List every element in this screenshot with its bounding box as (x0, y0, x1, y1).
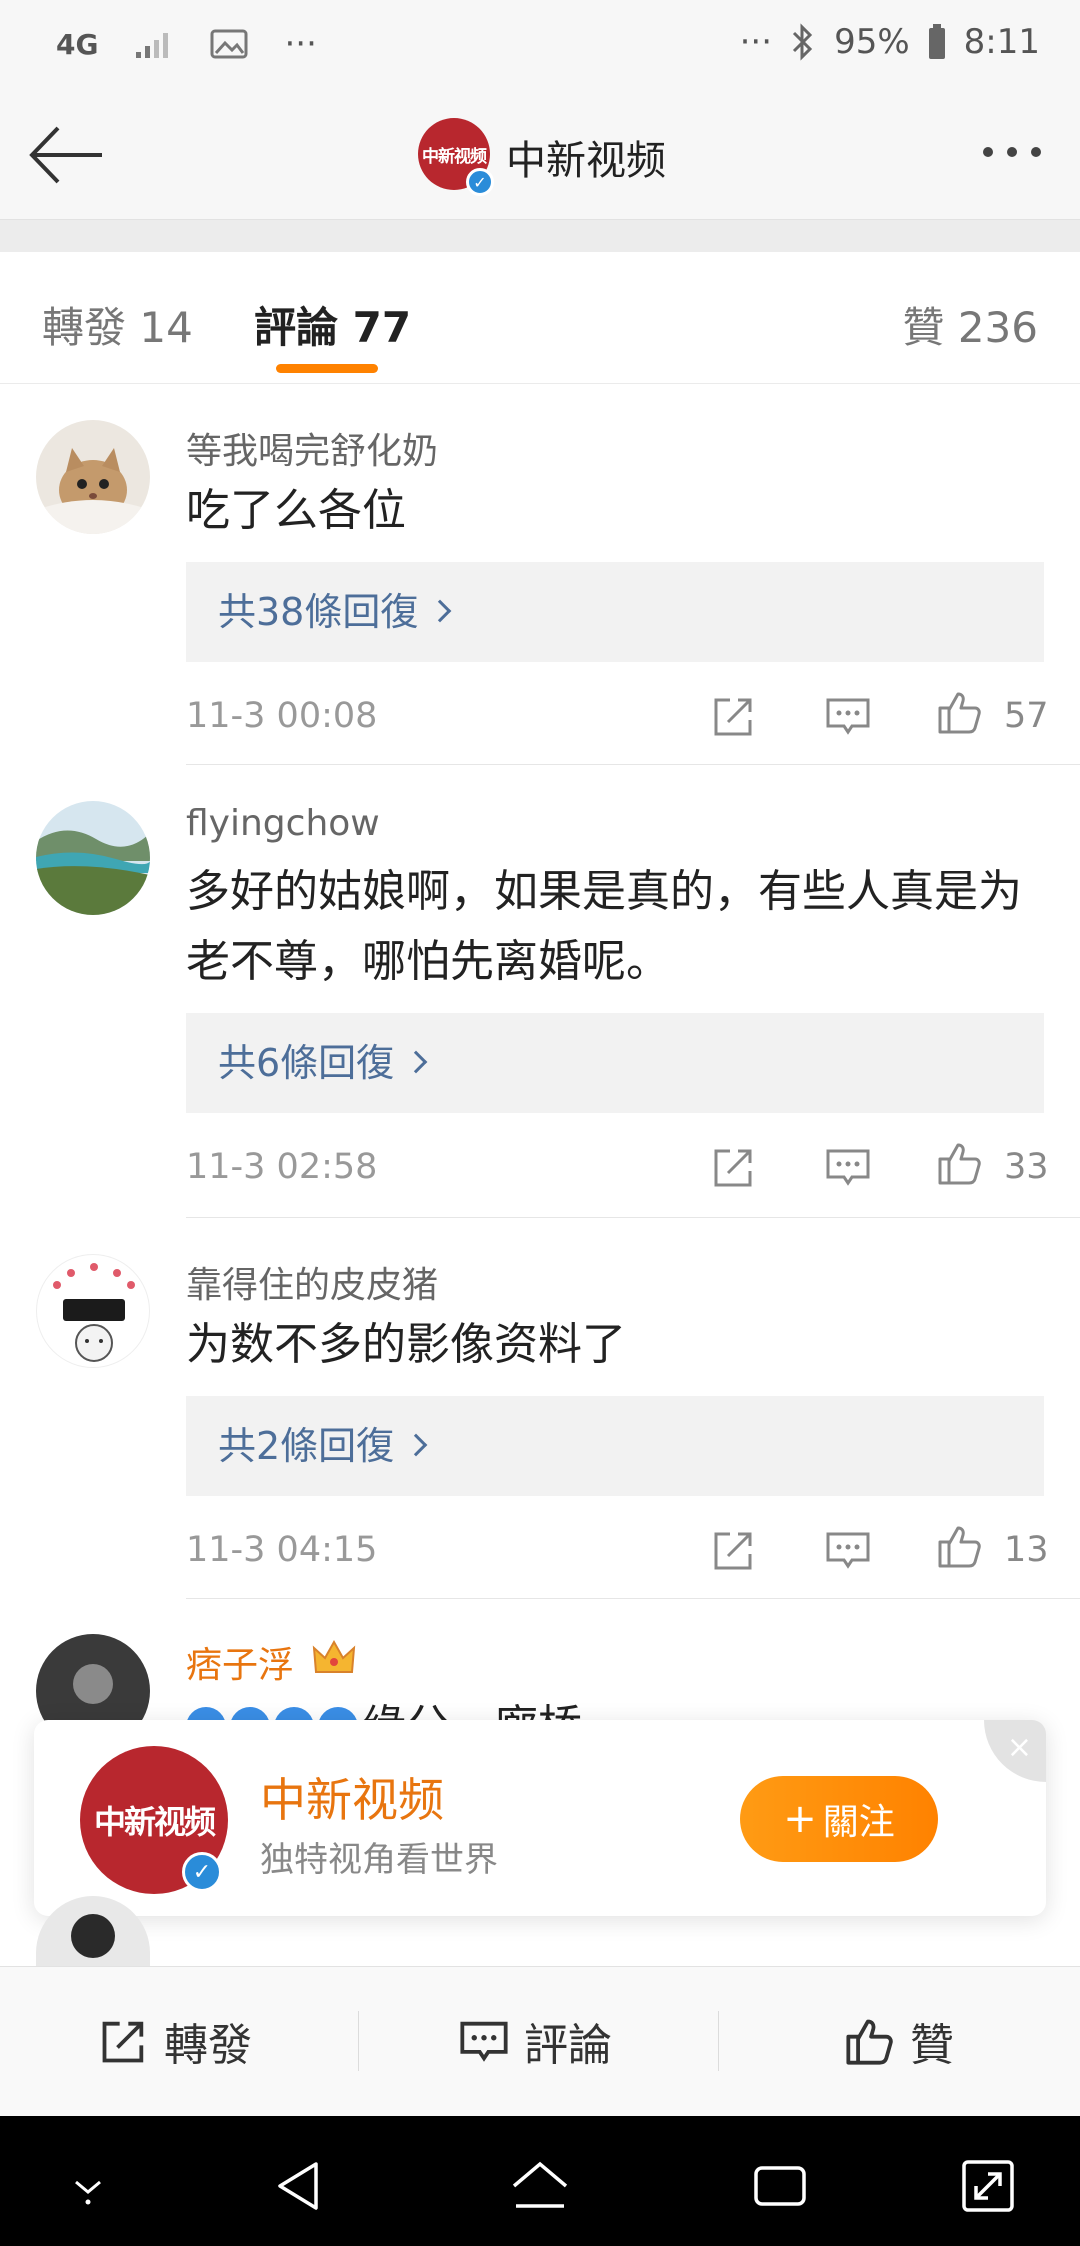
like-button[interactable]: 贊 (844, 2011, 954, 2071)
back-button[interactable] (26, 120, 106, 190)
bluetooth-icon (793, 23, 813, 61)
comment-timestamp: 11-3 02:58 (186, 1147, 378, 1187)
comment-icon[interactable] (824, 1526, 872, 1574)
comment-username[interactable]: 靠得住的皮皮猪 (186, 1256, 438, 1308)
verified-badge-icon: ✓ (466, 168, 494, 196)
network-indicator: 4G (56, 27, 99, 61)
back-arrow-icon (29, 126, 102, 184)
plus-icon: + (783, 1796, 817, 1842)
dot-icon (1007, 147, 1017, 157)
repost-icon[interactable] (710, 692, 758, 740)
repost-button[interactable]: 轉發 (98, 2011, 252, 2071)
divider (718, 2011, 719, 2071)
cat-avatar-image (36, 420, 150, 534)
replies-count-label: 共2條回復 (218, 1424, 395, 1468)
comment-username[interactable]: flyingchow (186, 803, 380, 844)
battery-icon (928, 24, 945, 59)
battery-percent: 95% (834, 22, 910, 62)
close-icon: × (1006, 1730, 1032, 1765)
comment-username[interactable]: 痞子浮 (186, 1636, 294, 1688)
home-nav-icon[interactable] (510, 2156, 570, 2216)
comment-icon[interactable] (824, 1143, 872, 1191)
comment-button[interactable]: 評論 (458, 2011, 612, 2071)
clock: 8:11 (963, 22, 1040, 62)
more-notifications-indicator: ··· (284, 24, 317, 64)
account-name[interactable]: 中新视频 (260, 1764, 444, 1830)
avatar[interactable] (36, 420, 150, 534)
system-navigation-bar (0, 2116, 1080, 2246)
comment-text: 吃了么各位 (186, 485, 406, 536)
chevron-right-icon (404, 1050, 428, 1074)
tab-likes[interactable]: 贊 236 (902, 294, 1038, 355)
hide-keyboard-icon[interactable] (58, 2156, 118, 2216)
active-tab-indicator (276, 364, 378, 373)
signal-icon (136, 33, 169, 58)
avatar[interactable] (36, 801, 150, 915)
comment-text: 为数不多的影像资料了 (186, 1319, 626, 1370)
follow-button[interactable]: + 關注 (740, 1776, 938, 1862)
divider (186, 764, 1080, 765)
comment-label: 評論 (524, 2020, 612, 2071)
page-title[interactable]: 中新视频 (506, 128, 666, 186)
view-replies-button[interactable]: 共38條回復 (186, 562, 1044, 662)
recents-nav-icon[interactable] (750, 2156, 810, 2216)
dot-icon (983, 147, 993, 157)
comment-icon (460, 2021, 508, 2062)
account-slogan: 独特视角看世界 (260, 1840, 498, 1880)
comment-timestamp: 11-3 00:08 (186, 696, 378, 736)
bottom-action-bar: 轉發 評論 贊 (0, 1966, 1080, 2116)
landscape-avatar-image (36, 801, 150, 915)
crown-icon (312, 1639, 356, 1673)
like-label: 贊 (910, 2020, 954, 2071)
section-separator (0, 220, 1080, 252)
repost-icon[interactable] (710, 1526, 758, 1574)
follow-suggestion-card: 中新视频 ✓ 中新视频 独特视角看世界 + 關注 × (34, 1720, 1046, 1916)
repost-icon (102, 2021, 144, 2063)
like-icon (846, 2019, 893, 2065)
like-count: 33 (1004, 1147, 1049, 1187)
like-icon[interactable] (936, 1522, 984, 1570)
back-nav-icon[interactable] (270, 2156, 330, 2216)
top-nav: 中新视频 ✓ 中新视频 (0, 92, 1080, 220)
replies-count-label: 共38條回復 (218, 590, 419, 634)
chevron-right-icon (429, 599, 452, 623)
dot-icon (1031, 147, 1041, 157)
close-card-button[interactable]: × (984, 1720, 1046, 1782)
like-icon[interactable] (936, 1139, 984, 1187)
repost-label: 轉發 (164, 2020, 252, 2071)
more-status-indicator: ··· (739, 22, 773, 62)
divider (186, 1598, 1080, 1599)
follow-label: 關注 (822, 1802, 895, 1843)
comment-text: 多好的姑娘啊，如果是真的，有些人真是为老不尊，哪怕先离婚呢。 (186, 866, 1022, 987)
comment-timestamp: 11-3 04:15 (186, 1530, 378, 1570)
verified-badge-icon: ✓ (182, 1852, 222, 1892)
tab-comments[interactable]: 評論 77 (254, 294, 411, 355)
like-count: 13 (1004, 1530, 1049, 1570)
divider (186, 1217, 1080, 1218)
avatar[interactable] (36, 1254, 150, 1368)
comment-username[interactable]: 等我喝完舒化奶 (186, 422, 438, 474)
view-replies-button[interactable]: 共2條回復 (186, 1396, 1044, 1496)
tab-repost[interactable]: 轉發 14 (42, 294, 193, 355)
comment-icon[interactable] (824, 692, 872, 740)
like-icon[interactable] (936, 688, 984, 736)
rotate-screen-icon[interactable] (958, 2156, 1018, 2216)
tab-bar: 轉發 14 評論 77 贊 236 (0, 252, 1080, 384)
more-options-button[interactable] (972, 132, 1052, 172)
repost-icon[interactable] (710, 1143, 758, 1191)
like-count: 57 (1004, 696, 1049, 736)
replies-count-label: 共6條回復 (218, 1041, 395, 1085)
cartoon-avatar-image (40, 1258, 148, 1366)
status-bar: 4G ··· ··· 95% 8:11 (0, 0, 1080, 92)
view-replies-button[interactable]: 共6條回復 (186, 1013, 1044, 1113)
gallery-icon (210, 29, 248, 59)
chevron-right-icon (404, 1433, 428, 1457)
divider (358, 2011, 359, 2071)
